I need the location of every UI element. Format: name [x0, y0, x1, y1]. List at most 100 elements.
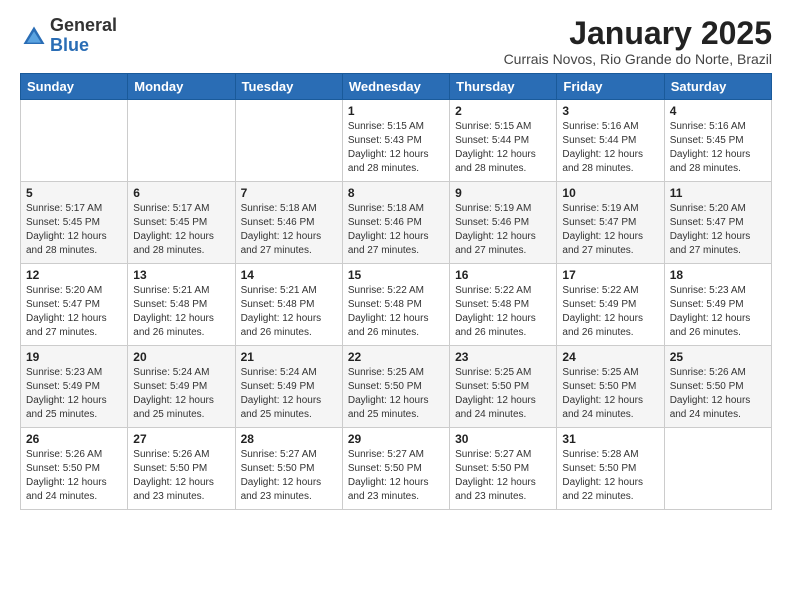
day-number: 16 [455, 268, 551, 282]
day-info: Sunrise: 5:27 AM Sunset: 5:50 PM Dayligh… [348, 448, 444, 504]
day-info: Sunrise: 5:20 AM Sunset: 5:47 PM Dayligh… [26, 284, 122, 340]
calendar-week-row: 12 Sunrise: 5:20 AM Sunset: 5:47 PM Dayli… [21, 264, 772, 346]
day-number: 31 [562, 432, 658, 446]
calendar-cell: 25 Sunrise: 5:26 AM Sunset: 5:50 PM Dayli… [664, 346, 771, 428]
day-number: 20 [133, 350, 229, 364]
calendar-body: 1Sunrise: 5:15 AM Sunset: 5:43 PM Daylig… [21, 100, 772, 510]
day-info: Sunrise: 5:22 AM Sunset: 5:48 PM Dayligh… [455, 284, 551, 340]
calendar-cell: 3 Sunrise: 5:16 AM Sunset: 5:44 PM Daylig… [557, 100, 664, 182]
day-number: 11 [670, 186, 766, 200]
day-info: Sunrise: 5:28 AM Sunset: 5:50 PM Dayligh… [562, 448, 658, 504]
calendar-cell: 5 Sunrise: 5:17 AM Sunset: 5:45 PM Daylig… [21, 182, 128, 264]
day-info: Sunrise: 5:17 AM Sunset: 5:45 PM Dayligh… [26, 202, 122, 258]
day-number: 13 [133, 268, 229, 282]
calendar-cell [664, 428, 771, 510]
title-area: January 2025 Currais Novos, Rio Grande d… [504, 16, 772, 67]
day-info: Sunrise: 5:15 AM Sunset: 5:44 PM Dayligh… [455, 120, 551, 176]
weekday-header-cell: Monday [128, 74, 235, 100]
day-number: 14 [241, 268, 337, 282]
calendar-cell: 28 Sunrise: 5:27 AM Sunset: 5:50 PM Dayli… [235, 428, 342, 510]
calendar-cell: 30 Sunrise: 5:27 AM Sunset: 5:50 PM Dayli… [450, 428, 557, 510]
day-number: 23 [455, 350, 551, 364]
calendar-cell: 2Sunrise: 5:15 AM Sunset: 5:44 PM Daylig… [450, 100, 557, 182]
calendar-cell: 7Sunrise: 5:18 AM Sunset: 5:46 PM Daylig… [235, 182, 342, 264]
day-info: Sunrise: 5:27 AM Sunset: 5:50 PM Dayligh… [241, 448, 337, 504]
weekday-header-cell: Sunday [21, 74, 128, 100]
logo: General Blue [20, 16, 117, 56]
day-number: 27 [133, 432, 229, 446]
calendar-week-row: 26Sunrise: 5:26 AM Sunset: 5:50 PM Dayli… [21, 428, 772, 510]
calendar-cell: 1Sunrise: 5:15 AM Sunset: 5:43 PM Daylig… [342, 100, 449, 182]
header: General Blue January 2025 Currais Novos,… [20, 16, 772, 67]
logo-blue: Blue [50, 36, 117, 56]
day-info: Sunrise: 5:18 AM Sunset: 5:46 PM Dayligh… [348, 202, 444, 258]
day-number: 17 [562, 268, 658, 282]
day-number: 1 [348, 104, 444, 118]
calendar-cell: 6Sunrise: 5:17 AM Sunset: 5:45 PM Daylig… [128, 182, 235, 264]
day-number: 18 [670, 268, 766, 282]
day-number: 24 [562, 350, 658, 364]
calendar-cell: 22 Sunrise: 5:25 AM Sunset: 5:50 PM Dayli… [342, 346, 449, 428]
logo-general: General [50, 16, 117, 36]
day-number: 9 [455, 186, 551, 200]
calendar-cell: 23 Sunrise: 5:25 AM Sunset: 5:50 PM Dayli… [450, 346, 557, 428]
calendar-week-row: 1Sunrise: 5:15 AM Sunset: 5:43 PM Daylig… [21, 100, 772, 182]
location-subtitle: Currais Novos, Rio Grande do Norte, Braz… [504, 51, 772, 67]
logo-text: General Blue [50, 16, 117, 56]
calendar-cell [235, 100, 342, 182]
day-number: 28 [241, 432, 337, 446]
day-number: 3 [562, 104, 658, 118]
calendar-cell: 14Sunrise: 5:21 AM Sunset: 5:48 PM Dayli… [235, 264, 342, 346]
calendar-cell: 9Sunrise: 5:19 AM Sunset: 5:46 PM Daylig… [450, 182, 557, 264]
day-number: 19 [26, 350, 122, 364]
calendar-cell: 10 Sunrise: 5:19 AM Sunset: 5:47 PM Dayli… [557, 182, 664, 264]
day-info: Sunrise: 5:21 AM Sunset: 5:48 PM Dayligh… [133, 284, 229, 340]
calendar-cell: 27 Sunrise: 5:26 AM Sunset: 5:50 PM Dayli… [128, 428, 235, 510]
day-info: Sunrise: 5:27 AM Sunset: 5:50 PM Dayligh… [455, 448, 551, 504]
day-info: Sunrise: 5:26 AM Sunset: 5:50 PM Dayligh… [26, 448, 122, 504]
day-info: Sunrise: 5:26 AM Sunset: 5:50 PM Dayligh… [670, 366, 766, 422]
calendar-cell: 20 Sunrise: 5:24 AM Sunset: 5:49 PM Dayli… [128, 346, 235, 428]
calendar-cell: 21Sunrise: 5:24 AM Sunset: 5:49 PM Dayli… [235, 346, 342, 428]
day-info: Sunrise: 5:23 AM Sunset: 5:49 PM Dayligh… [26, 366, 122, 422]
weekday-header-cell: Thursday [450, 74, 557, 100]
logo-icon [20, 23, 48, 51]
day-info: Sunrise: 5:26 AM Sunset: 5:50 PM Dayligh… [133, 448, 229, 504]
day-info: Sunrise: 5:16 AM Sunset: 5:44 PM Dayligh… [562, 120, 658, 176]
calendar-cell: 18Sunrise: 5:23 AM Sunset: 5:49 PM Dayli… [664, 264, 771, 346]
day-info: Sunrise: 5:19 AM Sunset: 5:47 PM Dayligh… [562, 202, 658, 258]
calendar-cell: 15Sunrise: 5:22 AM Sunset: 5:48 PM Dayli… [342, 264, 449, 346]
day-number: 8 [348, 186, 444, 200]
calendar-cell: 24Sunrise: 5:25 AM Sunset: 5:50 PM Dayli… [557, 346, 664, 428]
day-info: Sunrise: 5:18 AM Sunset: 5:46 PM Dayligh… [241, 202, 337, 258]
weekday-header-cell: Tuesday [235, 74, 342, 100]
weekday-header-row: SundayMondayTuesdayWednesdayThursdayFrid… [21, 74, 772, 100]
page: General Blue January 2025 Currais Novos,… [0, 0, 792, 612]
day-number: 12 [26, 268, 122, 282]
calendar-cell: 16 Sunrise: 5:22 AM Sunset: 5:48 PM Dayli… [450, 264, 557, 346]
calendar-cell: 19 Sunrise: 5:23 AM Sunset: 5:49 PM Dayli… [21, 346, 128, 428]
day-number: 29 [348, 432, 444, 446]
day-info: Sunrise: 5:25 AM Sunset: 5:50 PM Dayligh… [455, 366, 551, 422]
calendar-week-row: 19 Sunrise: 5:23 AM Sunset: 5:49 PM Dayli… [21, 346, 772, 428]
day-info: Sunrise: 5:17 AM Sunset: 5:45 PM Dayligh… [133, 202, 229, 258]
calendar-cell: 31 Sunrise: 5:28 AM Sunset: 5:50 PM Dayli… [557, 428, 664, 510]
calendar-cell: 26Sunrise: 5:26 AM Sunset: 5:50 PM Dayli… [21, 428, 128, 510]
calendar-cell: 11Sunrise: 5:20 AM Sunset: 5:47 PM Dayli… [664, 182, 771, 264]
weekday-header-cell: Friday [557, 74, 664, 100]
day-info: Sunrise: 5:22 AM Sunset: 5:48 PM Dayligh… [348, 284, 444, 340]
day-number: 25 [670, 350, 766, 364]
calendar: SundayMondayTuesdayWednesdayThursdayFrid… [20, 73, 772, 510]
day-info: Sunrise: 5:24 AM Sunset: 5:49 PM Dayligh… [133, 366, 229, 422]
weekday-header-cell: Wednesday [342, 74, 449, 100]
day-number: 22 [348, 350, 444, 364]
day-info: Sunrise: 5:24 AM Sunset: 5:49 PM Dayligh… [241, 366, 337, 422]
calendar-week-row: 5 Sunrise: 5:17 AM Sunset: 5:45 PM Daylig… [21, 182, 772, 264]
day-info: Sunrise: 5:25 AM Sunset: 5:50 PM Dayligh… [348, 366, 444, 422]
month-title: January 2025 [504, 16, 772, 51]
day-number: 5 [26, 186, 122, 200]
day-number: 10 [562, 186, 658, 200]
weekday-header-cell: Saturday [664, 74, 771, 100]
calendar-cell [128, 100, 235, 182]
day-number: 30 [455, 432, 551, 446]
